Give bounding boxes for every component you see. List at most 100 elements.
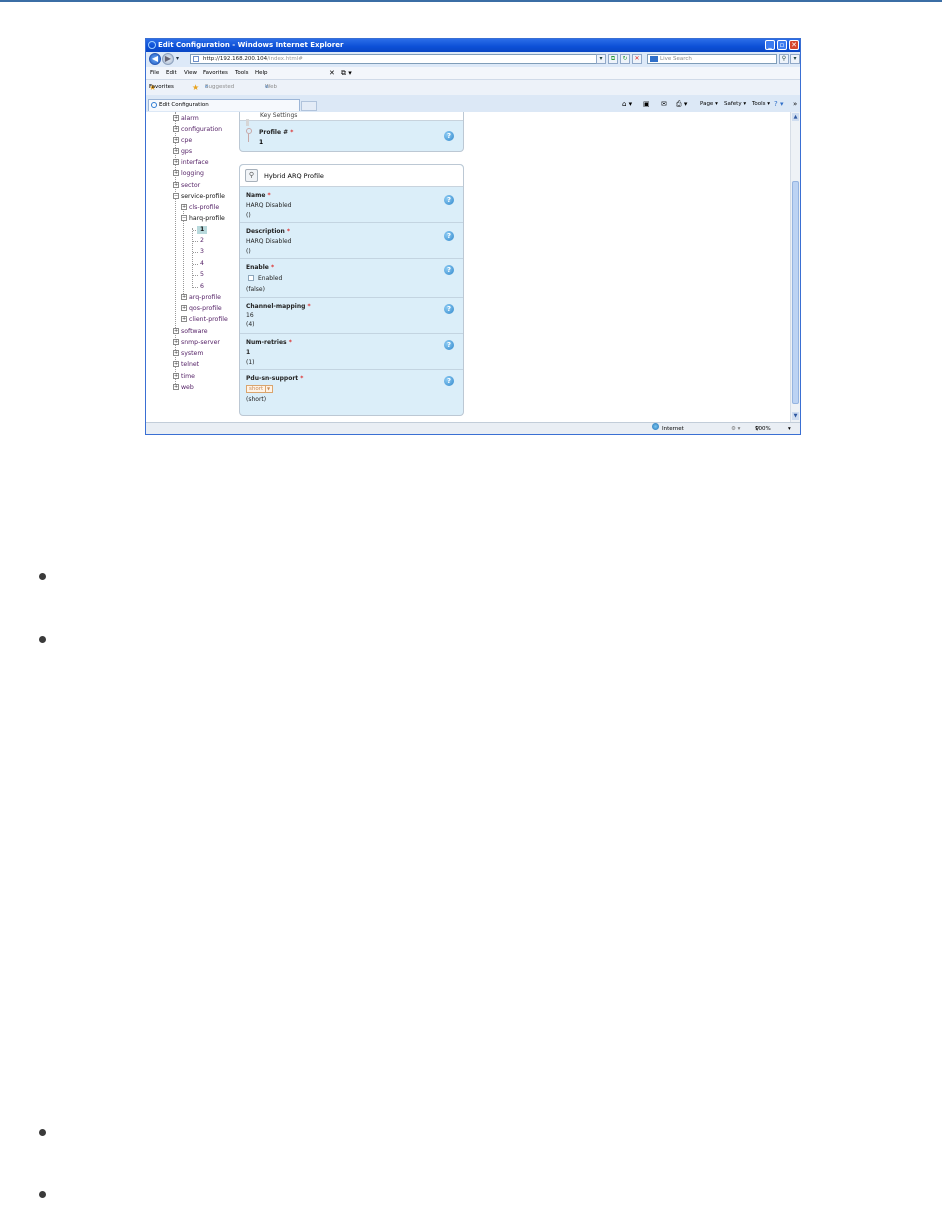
new-tab-button[interactable]	[301, 101, 317, 111]
page-menu[interactable]: Page ▾	[700, 101, 718, 108]
tree-node-time[interactable]: + time	[173, 373, 195, 381]
tree-node-harq-4[interactable]: 4	[200, 260, 204, 268]
forward-button[interactable]: ▶	[162, 53, 174, 65]
expand-icon[interactable]: +	[173, 350, 179, 356]
expand-icon[interactable]: +	[173, 384, 179, 390]
zoom-dropdown-icon[interactable]: ▾	[788, 423, 791, 434]
url-input[interactable]: http://192.168.200.104/index.html#	[190, 54, 605, 64]
refresh-icon[interactable]: ↻	[620, 54, 630, 64]
tree-node-cpe[interactable]: + cpe	[173, 137, 192, 145]
name-value[interactable]: HARQ Disabled	[246, 202, 291, 209]
search-input[interactable]: Live Search	[647, 54, 777, 64]
menu-favorites[interactable]: Favorites	[203, 67, 228, 79]
tree-node-interface[interactable]: + interface	[173, 159, 209, 167]
protected-mode-icon[interactable]: ⚙ ▾	[731, 423, 740, 434]
tree-node-harq-5[interactable]: 5	[200, 271, 204, 279]
help-icon[interactable]: ?	[444, 195, 454, 205]
live-search-icon	[650, 56, 658, 62]
expand-icon[interactable]: +	[173, 361, 179, 367]
help-icon[interactable]: ?	[444, 376, 454, 386]
window-title: Edit Configuration - Windows Internet Ex…	[158, 41, 344, 49]
help-icon[interactable]: ?	[444, 231, 454, 241]
enabled-checkbox[interactable]	[248, 275, 254, 281]
description-value[interactable]: HARQ Disabled	[246, 238, 291, 245]
tree-node-service-profile[interactable]: − service-profile	[173, 193, 225, 201]
stop-icon[interactable]: ✕	[632, 54, 642, 64]
pdu-sn-support-select[interactable]: short ▼	[246, 385, 273, 393]
expand-icon[interactable]: +	[181, 294, 187, 300]
help-menu-icon[interactable]: ? ▾	[774, 101, 783, 108]
scroll-down-icon[interactable]: ▼	[792, 412, 799, 420]
help-icon[interactable]: ?	[444, 131, 454, 141]
expand-icon[interactable]: +	[173, 148, 179, 154]
menu-tools[interactable]: Tools	[235, 67, 249, 79]
expand-icon[interactable]: +	[181, 305, 187, 311]
back-button[interactable]: ◀	[149, 53, 161, 65]
expand-icon[interactable]: +	[173, 182, 179, 188]
home-icon[interactable]: ⌂ ▾	[622, 101, 632, 108]
tree-node-qos-profile[interactable]: + qos-profile	[181, 305, 222, 313]
close-button[interactable]: ✕	[789, 40, 799, 50]
tree-node-alarm[interactable]: + alarm	[173, 115, 199, 123]
recent-pages-icon[interactable]: ▾	[176, 55, 179, 62]
help-icon[interactable]: ?	[444, 304, 454, 314]
help-icon[interactable]: ?	[444, 340, 454, 350]
tree-node-configuration[interactable]: + configuration	[173, 126, 222, 134]
chevron-right-icon[interactable]: »	[793, 101, 797, 108]
scroll-up-icon[interactable]: ▲	[792, 113, 799, 121]
expand-icon[interactable]: +	[173, 115, 179, 121]
collapse-icon[interactable]: −	[173, 193, 179, 199]
collapse-icon[interactable]: −	[181, 215, 187, 221]
tree-node-sector[interactable]: + sector	[173, 182, 200, 190]
tree-node-arq-profile[interactable]: + arq-profile	[181, 294, 221, 302]
tree-node-client-profile[interactable]: + client-profile	[181, 316, 228, 324]
tree-node-snmp-server[interactable]: + snmp-server	[173, 339, 220, 347]
search-options-icon[interactable]: ▾	[790, 54, 800, 64]
menu-file[interactable]: File	[150, 67, 159, 79]
num-retries-value[interactable]: 1	[246, 349, 250, 356]
safety-menu[interactable]: Safety ▾	[724, 101, 746, 108]
tree-node-harq-1[interactable]: 1	[197, 226, 208, 234]
expand-icon[interactable]: +	[173, 126, 179, 132]
tree-node-logging[interactable]: + logging	[173, 170, 204, 178]
expand-icon[interactable]: +	[173, 159, 179, 165]
close-toolbar-icon[interactable]: ✕	[329, 67, 335, 79]
menu-view[interactable]: View	[184, 67, 197, 79]
maximize-button[interactable]: ▫	[777, 40, 787, 50]
feeds-icon[interactable]: ▣	[643, 101, 650, 108]
expand-icon[interactable]: +	[181, 204, 187, 210]
tree-node-harq-6[interactable]: 6	[200, 283, 204, 291]
tree-node-telnet[interactable]: + telnet	[173, 361, 199, 369]
tree-node-cls-profile[interactable]: + cls-profile	[181, 204, 219, 212]
tree-node-harq-profile[interactable]: − harq-profile	[181, 215, 225, 223]
scrollbar-thumb[interactable]	[792, 181, 799, 404]
tree-node-system[interactable]: + system	[173, 350, 203, 358]
url-dropdown-icon[interactable]: ▾	[596, 54, 606, 64]
expand-icon[interactable]: +	[181, 316, 187, 322]
tab-edit-configuration[interactable]: Edit Configuration	[148, 99, 300, 111]
add-favorite-icon[interactable]: ★	[192, 80, 199, 95]
mail-icon[interactable]: ✉	[661, 101, 667, 108]
convert-icon[interactable]: ⧉ ▾	[341, 67, 352, 79]
expand-icon[interactable]: +	[173, 328, 179, 334]
tools-menu[interactable]: Tools ▾	[752, 101, 770, 108]
menu-edit[interactable]: Edit	[166, 67, 177, 79]
search-icon[interactable]: ⚲	[779, 54, 789, 64]
compatibility-icon[interactable]: ⧉	[608, 54, 618, 64]
channel-mapping-value[interactable]: 16	[246, 312, 254, 319]
tree-node-harq-3[interactable]: 3	[200, 248, 204, 256]
menu-help[interactable]: Help	[255, 67, 268, 79]
help-icon[interactable]: ?	[444, 265, 454, 275]
minimize-button[interactable]: _	[765, 40, 775, 50]
print-icon[interactable]: ⎙ ▾	[676, 101, 687, 108]
expand-icon[interactable]: +	[173, 170, 179, 176]
expand-icon[interactable]: +	[173, 137, 179, 143]
num-retries-label: Num-retries *	[246, 339, 292, 346]
expand-icon[interactable]: +	[173, 373, 179, 379]
tree-node-web[interactable]: + web	[173, 384, 194, 392]
tree-node-gps[interactable]: + gps	[173, 148, 192, 156]
tree-node-harq-2[interactable]: 2	[200, 237, 204, 245]
expand-icon[interactable]: +	[173, 339, 179, 345]
vertical-scrollbar[interactable]: ▲ ▼	[790, 112, 800, 422]
tree-node-software[interactable]: + software	[173, 328, 208, 336]
